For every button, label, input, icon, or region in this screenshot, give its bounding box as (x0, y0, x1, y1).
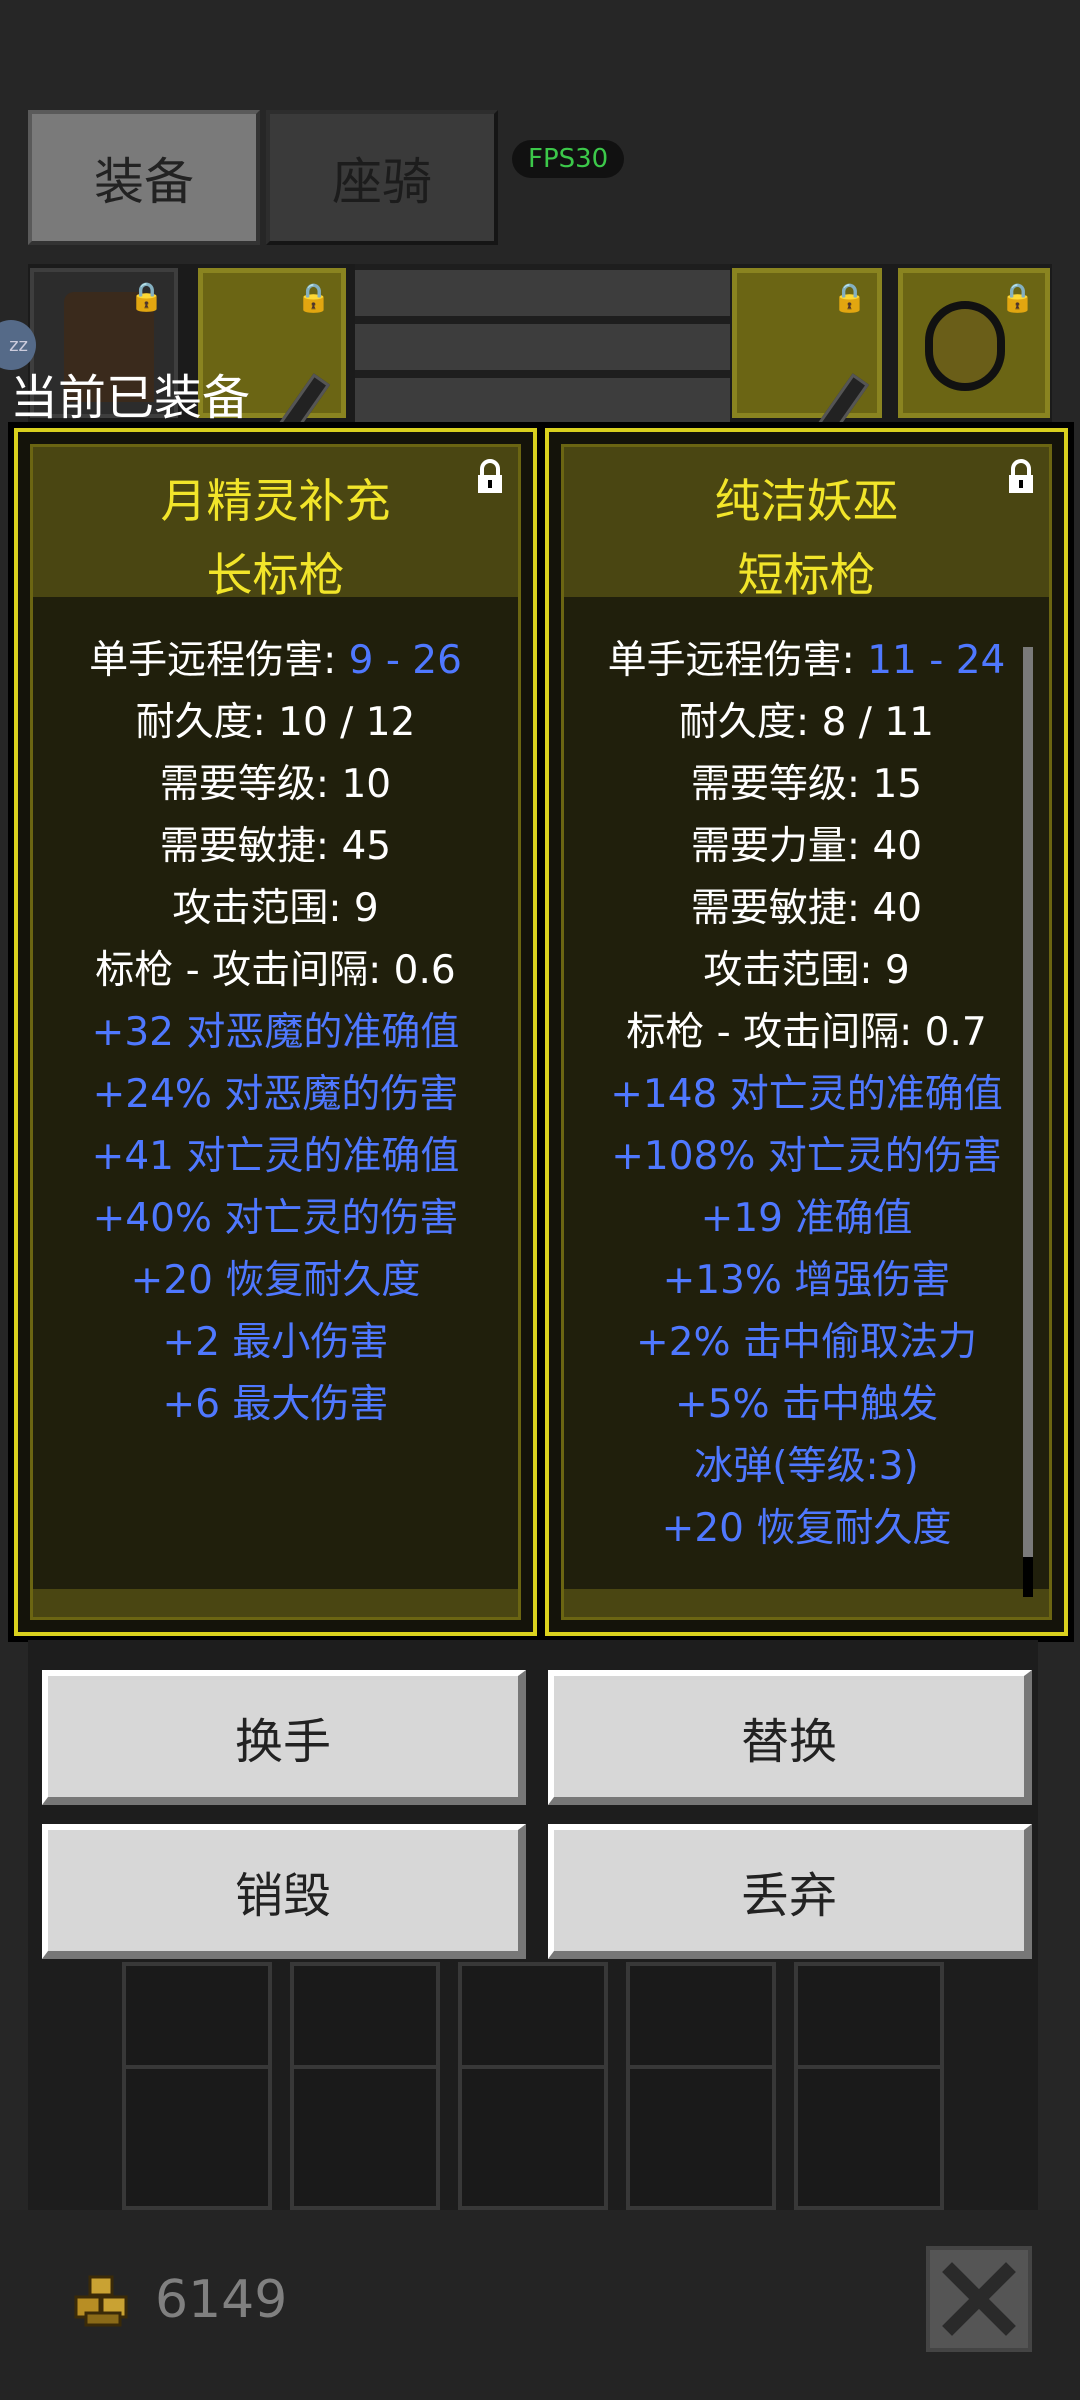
lock-icon: 🔒 (1000, 281, 1035, 314)
mod-line: +6 最大伤害 (162, 1382, 389, 1427)
destroy-button[interactable]: 销毁 (42, 1824, 526, 1959)
inventory-cell[interactable] (794, 2065, 944, 2210)
stat-line: 单手远程伤害: 9 - 26 (89, 638, 462, 683)
close-icon (942, 2262, 1016, 2336)
mod-line: +108% 对亡灵的伤害 (611, 1134, 1002, 1179)
stat-line: 攻击范围: 9 (703, 948, 910, 993)
tab-mount[interactable]: 座骑 (266, 110, 498, 245)
item-stats: 单手远程伤害: 11 - 24 耐久度: 8 / 11 需要等级: 15 需要力… (564, 630, 1049, 1560)
stat-line: 需要等级: 10 (159, 762, 392, 807)
inventory-cell[interactable] (122, 2065, 272, 2210)
mod-line: +2 最小伤害 (162, 1320, 389, 1365)
stat-line: 攻击范围: 9 (172, 886, 379, 931)
mod-line: +40% 对亡灵的伤害 (92, 1196, 459, 1241)
stat-line: 需要敏捷: 45 (159, 824, 392, 869)
tab-equipment[interactable]: 装备 (28, 110, 260, 245)
stat-line: 耐久度: 10 / 12 (135, 700, 416, 745)
lock-icon: 🔒 (129, 280, 164, 313)
mod-line: +20 恢复耐久度 (130, 1258, 421, 1303)
equipped-label: 当前已装备 (10, 370, 251, 426)
lock-icon: 🔒 (832, 281, 867, 314)
mod-line: +148 对亡灵的准确值 (610, 1072, 1003, 1117)
item-name-line1: 月精灵补充 (160, 474, 391, 528)
inventory-cell[interactable] (626, 2065, 776, 2210)
scrollbar-end (1023, 1557, 1033, 1597)
item-name-line2: 长标枪 (206, 548, 345, 602)
item-panel-compare: 纯洁妖巫 短标枪 单手远程伤害: 11 - 24 耐久度: 8 / 11 需要等… (539, 422, 1074, 1642)
amulet-item-icon (925, 301, 1005, 391)
mod-line: +13% 增强伤害 (662, 1258, 951, 1303)
item-panel-equipped: 月精灵补充 长标枪 单手远程伤害: 9 - 26 耐久度: 10 / 12 需要… (8, 422, 543, 1642)
mod-line: +24% 对恶魔的伤害 (92, 1072, 459, 1117)
mod-line: 冰弹(等级:3) (694, 1444, 919, 1489)
mod-line: +2% 击中偷取法力 (636, 1320, 977, 1365)
item-name-line1: 纯洁妖巫 (714, 474, 899, 528)
stat-line: 标枪 - 攻击间隔: 0.7 (626, 1010, 987, 1055)
weapon-slot-right[interactable]: 🔒 (732, 268, 882, 439)
stat-line: 需要敏捷: 40 (690, 886, 923, 931)
mod-line: +32 对恶魔的准确值 (91, 1010, 460, 1055)
stat-line: 单手远程伤害: 11 - 24 (607, 638, 1006, 683)
inventory-cell[interactable] (290, 2065, 440, 2210)
close-button[interactable] (926, 2246, 1032, 2352)
mod-line: +20 恢复耐久度 (661, 1506, 952, 1551)
stat-line: 耐久度: 8 / 11 (679, 700, 934, 745)
scrollbar[interactable] (1023, 647, 1033, 1557)
discard-button[interactable]: 丢弃 (548, 1824, 1032, 1959)
stat-line: 需要等级: 15 (690, 762, 923, 807)
stat-line: 标枪 - 攻击间隔: 0.6 (95, 948, 456, 993)
mod-line: +19 准确值 (700, 1196, 913, 1241)
inventory-cell[interactable] (458, 2065, 608, 2210)
item-name-line2: 短标枪 (737, 548, 876, 602)
replace-button[interactable]: 替换 (548, 1670, 1032, 1805)
gold-coins-icon (74, 2275, 128, 2327)
mod-line: +41 对亡灵的准确值 (91, 1134, 460, 1179)
lock-icon: 🔒 (296, 281, 331, 314)
fps-counter: FPS30 (512, 140, 625, 178)
stat-line: 需要力量: 40 (690, 824, 923, 869)
amulet-slot[interactable]: 🔒 (898, 268, 1050, 418)
background-wall (355, 264, 730, 424)
gold-count: 6149 (155, 2270, 288, 2330)
swap-hand-button[interactable]: 换手 (42, 1670, 526, 1805)
item-stats: 单手远程伤害: 9 - 26 耐久度: 10 / 12 需要等级: 10 需要敏… (33, 630, 518, 1436)
mod-line: +5% 击中触发 (675, 1382, 938, 1427)
